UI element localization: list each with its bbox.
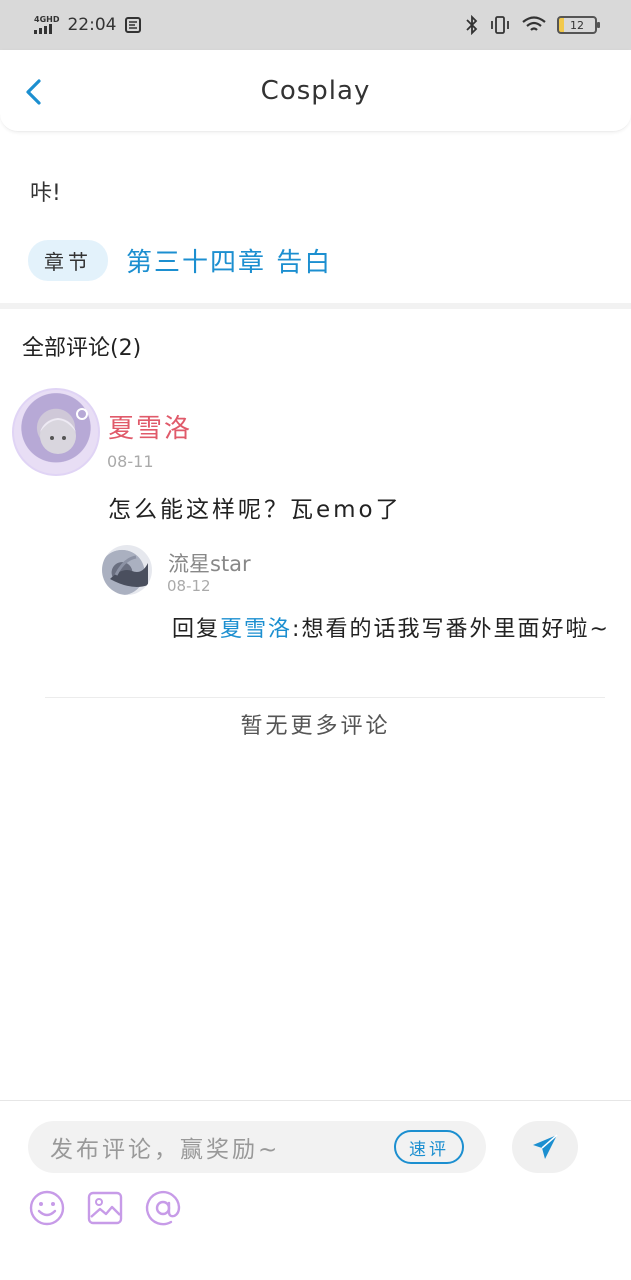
comment-username[interactable]: 夏雪洛 — [108, 408, 192, 445]
comment-composer: 发布评论，赢奖励~ 速评 — [0, 1100, 631, 1280]
notification-icon — [125, 17, 142, 33]
image-icon[interactable] — [86, 1189, 124, 1227]
page-title: Cosplay — [260, 75, 371, 106]
reply-body: :想看的话我写番外里面好啦~ — [292, 617, 610, 642]
emoji-icon[interactable] — [28, 1189, 66, 1227]
avatar[interactable] — [12, 388, 100, 476]
comment-input-placeholder: 发布评论，赢奖励~ — [50, 1137, 281, 1163]
list-divider — [45, 697, 605, 698]
reply-prefix: 回复 — [172, 617, 221, 642]
comments-heading: 全部评论(2) — [22, 336, 142, 361]
status-time: 22:04 — [67, 15, 117, 35]
comment-text[interactable]: 怎么能这样呢？瓦emo了 — [108, 490, 402, 524]
reply-mention[interactable]: 夏雪洛 — [220, 617, 292, 642]
wifi-icon — [522, 16, 546, 31]
battery-level: 12 — [570, 18, 584, 32]
vibrate-icon — [491, 16, 509, 34]
network-type: 4GHD — [34, 15, 60, 24]
reply-username[interactable]: 流星star — [168, 548, 251, 578]
comment-date: 08-11 — [107, 452, 154, 471]
avatar-art — [40, 408, 88, 454]
no-more-comments: 暂无更多评论 — [240, 714, 391, 739]
chapter-title-link[interactable]: 第三十四章 告白 — [126, 242, 332, 279]
mention-icon[interactable] — [144, 1189, 182, 1227]
send-button[interactable] — [512, 1121, 578, 1173]
chapter-row[interactable]: 章节 第三十四章 告白 — [28, 240, 631, 281]
battery-icon: 12 — [557, 16, 600, 34]
quick-comment-button[interactable]: 速评 — [394, 1130, 464, 1164]
reply-avatar[interactable] — [102, 545, 152, 595]
reply-text[interactable]: 回复夏雪洛:想看的话我写番外里面好啦~ — [172, 615, 612, 645]
bluetooth-icon — [466, 15, 478, 35]
status-bar: 4GHD 22:04 12 — [0, 0, 631, 50]
reply-avatar-art — [110, 555, 148, 587]
section-divider — [0, 303, 631, 309]
excerpt-text: 咔! — [30, 181, 61, 206]
back-icon[interactable] — [22, 78, 46, 106]
reply-date: 08-12 — [167, 577, 211, 595]
chapter-tag: 章节 — [28, 240, 108, 281]
header: Cosplay — [0, 50, 631, 132]
signal-icon: 4GHD — [34, 16, 59, 34]
send-icon — [533, 1134, 558, 1159]
comment-input[interactable]: 发布评论，赢奖励~ 速评 — [28, 1121, 486, 1173]
